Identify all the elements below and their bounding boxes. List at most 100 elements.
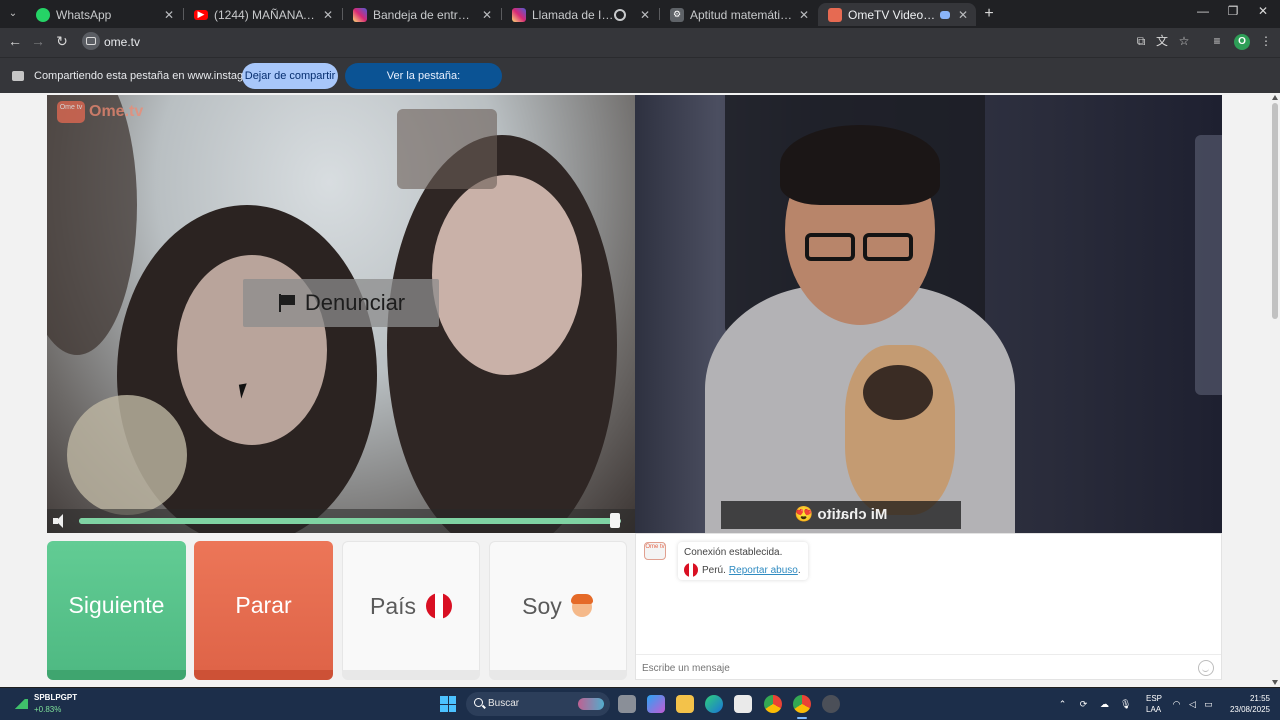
edge-icon[interactable] [705,695,723,713]
next-button[interactable]: Siguiente [47,541,186,680]
copilot-icon[interactable] [647,695,665,713]
microsoft-store-icon[interactable] [734,695,752,713]
tab-title: OmeTV Video Chat — Ome [848,7,936,22]
scroll-down-arrow-icon[interactable] [1272,680,1278,685]
tab-instagram-inbox[interactable]: Bandeja de entrada • Chats ✕ [343,3,500,26]
volume-bar [47,509,635,533]
close-tab-icon[interactable]: ✕ [638,8,652,22]
minimize-icon[interactable]: — [1188,4,1218,18]
whatsapp-icon [36,7,50,22]
ometv-icon [828,7,842,22]
close-tab-icon[interactable]: ✕ [797,8,811,22]
scroll-up-arrow-icon[interactable] [1272,95,1278,100]
volume-fill [79,518,616,524]
close-window-icon[interactable]: ✕ [1248,4,1278,18]
microphone-icon[interactable]: 🎙 [1120,699,1131,709]
sync-icon[interactable]: ⟳ [1078,699,1089,709]
emoji-icon[interactable] [1198,660,1214,676]
task-view-icon[interactable] [618,695,636,713]
instagram-icon [512,7,526,22]
profile-avatar[interactable]: O [1234,34,1250,50]
instagram-icon [353,7,367,22]
translate-icon[interactable]: 文 [1155,34,1169,48]
stock-chart-icon[interactable] [14,697,28,709]
chat-panel: Ome tv Conexión establecida. Perú. Repor… [635,533,1222,680]
self-video-caption: Mi chatito 😍 [721,501,961,529]
back-icon[interactable]: ← [6,33,24,49]
stop-sharing-button[interactable]: Dejar de compartir [242,63,338,89]
clock-time: 21:55 [1249,694,1270,703]
wifi-icon[interactable]: ◠ [1171,699,1182,709]
address-bar[interactable]: ome.tv [80,31,1160,54]
stop-button[interactable]: Parar [194,541,333,680]
cast-icon[interactable]: ⧉ [1134,34,1148,48]
stock-change: +0.83% [34,705,62,714]
taskbar-search[interactable]: Buscar [466,692,610,716]
chrome-icon[interactable] [764,695,782,713]
search-label: Buscar [488,698,520,709]
close-tab-icon[interactable]: ✕ [956,8,970,22]
chat-input-area [636,654,1221,680]
file-explorer-icon[interactable] [676,695,694,713]
peru-flag-icon [684,563,698,577]
message-input[interactable] [642,659,1182,677]
report-button[interactable]: Denunciar [243,279,439,327]
close-tab-icon[interactable]: ✕ [321,8,335,22]
tab-title: Llamada de Instagram [532,7,614,22]
scrollbar-thumb[interactable] [1272,103,1278,319]
volume-slider-handle[interactable] [609,513,620,528]
tray-overflow-icon[interactable]: ⌃ [1057,699,1068,709]
connection-status: Conexión establecida. [684,547,783,558]
peru-flag-icon [426,593,453,619]
stock-ticker[interactable]: SPBLPGPT [34,693,77,702]
chrome-active-icon[interactable] [793,695,811,719]
volume-slider[interactable] [79,518,621,524]
maximize-icon[interactable]: ❐ [1218,4,1248,18]
language-secondary[interactable]: LAA [1146,705,1161,714]
system-message: Conexión establecida. Perú. Reportar abu… [678,542,808,580]
system-clock[interactable]: 21:55 23/08/2025 [1226,693,1270,715]
windows-start-icon[interactable] [440,696,456,712]
site-info-icon[interactable] [82,32,100,50]
school-icon: ⚙ [670,7,684,22]
tab-search-icon[interactable]: ⌄ [4,5,22,23]
tab-title: (1244) MAÑANA ES EL CLÁSICO [214,7,317,22]
app-icon[interactable] [822,695,840,713]
gender-filter-button[interactable]: Soy [489,541,627,680]
flag-icon [277,293,297,313]
country-filter-button[interactable]: País [342,541,480,680]
new-tab-icon[interactable]: + [981,5,997,23]
forward-icon[interactable]: → [29,33,47,49]
battery-icon[interactable]: ▭ [1203,699,1214,709]
tab-ometv[interactable]: OmeTV Video Chat — Ome ✕ [818,3,976,26]
url-text[interactable]: ome.tv [104,35,140,49]
tab-sharing-bar: Compartiendo esta pestaña en www.instagr… [0,57,1280,108]
page-scrollbar[interactable] [1270,93,1280,687]
logo-text: Ome.tv [89,103,144,120]
volume-icon[interactable]: ◁ [1187,699,1198,709]
close-tab-icon[interactable]: ✕ [480,8,494,22]
tab-title: WhatsApp [56,7,112,22]
report-abuse-link[interactable]: Reportar abuso [729,565,798,576]
tab-instagram-call[interactable]: Llamada de Instagram ✕ [502,3,658,26]
browser-toolbar: ← → ↻ ome.tv ⧉ 文 ☆ ≡ O ⋮ [0,28,1280,57]
tab-aptitud[interactable]: ⚙ Aptitud matemática - Unens Ed ✕ [660,3,817,26]
tab-youtube[interactable]: ▶ (1244) MAÑANA ES EL CLÁSICO ✕ [184,3,341,26]
close-tab-icon[interactable]: ✕ [162,8,176,22]
speaker-icon[interactable] [53,514,71,528]
tab-strip: ⌄ WhatsApp ✕ ▶ (1244) MAÑANA ES EL CLÁSI… [0,0,1280,28]
tab-whatsapp[interactable]: WhatsApp ✕ [26,3,182,26]
language-primary[interactable]: ESP [1146,694,1162,703]
reload-icon[interactable]: ↻ [53,33,71,50]
tab-search-media-icon[interactable]: ≡ [1210,34,1224,48]
menu-kebab-icon[interactable]: ⋮ [1259,34,1273,48]
stranger-video: Ome tv Ome.tv Denunciar [47,95,635,533]
bookmark-star-icon[interactable]: ☆ [1177,34,1191,48]
ometv-logo: Ome tv Ome.tv [57,101,143,123]
tab-title: Aptitud matemática - Unens Ed [690,7,793,22]
onedrive-icon[interactable]: ☁ [1099,699,1110,709]
view-shared-tab-button[interactable]: Ver la pestaña: www.instagram.com [345,63,502,108]
youtube-icon: ▶ [194,9,208,20]
recording-indicator-icon [614,8,626,21]
screen-share-icon [12,71,24,81]
